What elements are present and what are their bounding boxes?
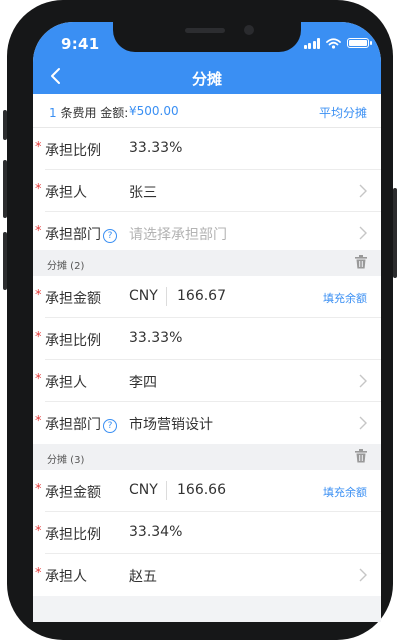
average-split-button[interactable]: 平均分摊 [319,104,367,121]
person-label: 承担人 [45,569,87,585]
power-button [393,188,397,278]
expense-count-label: 条费用 金额: [56,106,129,120]
speaker [185,28,225,33]
required-mark: * [35,140,42,155]
currency-select[interactable]: CNY [129,288,158,304]
separator [166,287,167,306]
mute-switch [3,110,7,140]
trash-icon[interactable] [355,255,367,269]
person-row[interactable]: * 承担人 赵五 [33,554,381,596]
person-label: 承担人 [45,375,87,391]
ratio-label: 承担比例 [45,333,101,349]
required-mark: * [35,524,42,539]
person-label: 承担人 [45,185,87,201]
screen: 9:41 分摊 1 条费用 金额: ¥500.00 平均分摊 * 承担比例 33… [33,22,381,622]
amount-row[interactable]: * 承担金额 CNY 166.67 填充余额 [33,276,381,318]
wifi-icon [326,37,341,49]
required-mark: * [35,566,42,581]
person-row[interactable]: * 承担人 张三 [33,170,381,212]
required-mark: * [35,288,42,303]
section-title: 分摊 (2) [47,261,85,272]
page-title: 分摊 [191,70,222,88]
required-mark: * [35,414,42,429]
volume-up-button [3,160,7,218]
total-amount: ¥500.00 [129,104,179,118]
ratio-row[interactable]: * 承担比例 33.34% [33,512,381,554]
person-row[interactable]: * 承担人 李四 [33,360,381,402]
department-row[interactable]: * 承担部门? 请选择承担部门 [33,212,381,254]
fill-balance-button[interactable]: 填充余额 [323,290,367,306]
required-mark: * [35,182,42,197]
section-title: 分摊 (3) [47,455,85,466]
ratio-value[interactable]: 33.33% [129,330,182,346]
person-value[interactable]: 李四 [129,372,157,392]
person-value[interactable]: 张三 [129,182,157,202]
person-value[interactable]: 赵五 [129,566,157,586]
split-section-header: 分摊 (2) [33,250,381,276]
amount-input[interactable]: 166.66 [177,482,226,498]
required-mark: * [35,372,42,387]
department-placeholder[interactable]: 请选择承担部门 [129,224,227,244]
help-circle-icon[interactable]: ? [103,229,117,243]
expense-count: 1 条费用 金额: [49,104,128,121]
fill-balance-button[interactable]: 填充余额 [323,484,367,500]
department-label: 承担部门 [45,227,101,243]
required-mark: * [35,330,42,345]
signal-icon [303,37,320,49]
amount-input[interactable]: 166.67 [177,288,226,304]
ratio-row[interactable]: * 承担比例 33.33% [33,318,381,360]
ratio-label: 承担比例 [45,527,101,543]
status-icons [303,37,372,49]
battery-icon [347,38,372,48]
camera [244,25,254,35]
chevron-right-icon [359,374,367,388]
ratio-value[interactable]: 33.34% [129,524,182,540]
ratio-row[interactable]: * 承担比例 33.33% [33,128,381,170]
ratio-label: 承担比例 [45,143,101,159]
volume-down-button [3,232,7,290]
required-mark: * [35,224,42,239]
required-mark: * [35,482,42,497]
split-section-header: 分摊 (3) [33,444,381,470]
chevron-right-icon [359,226,367,240]
department-row[interactable]: * 承担部门? 市场营销设计 [33,402,381,444]
amount-row[interactable]: * 承担金额 CNY 166.66 填充余额 [33,470,381,512]
department-label: 承担部门 [45,417,101,433]
phone-frame: 9:41 分摊 1 条费用 金额: ¥500.00 平均分摊 * 承担比例 33… [3,0,397,640]
chevron-right-icon [359,416,367,430]
chevron-right-icon [359,568,367,582]
chevron-right-icon [359,184,367,198]
expense-count-number: 1 [49,106,57,120]
currency-select[interactable]: CNY [129,482,158,498]
expense-summary-bar: 1 条费用 金额: ¥500.00 平均分摊 [33,94,381,128]
amount-label: 承担金额 [45,291,101,307]
nav-header: 9:41 分摊 [33,22,381,94]
notch [113,22,301,52]
status-time: 9:41 [61,35,100,53]
ratio-value[interactable]: 33.33% [129,140,182,156]
trash-icon[interactable] [355,449,367,463]
separator [166,481,167,500]
department-value[interactable]: 市场营销设计 [129,414,213,434]
help-circle-icon[interactable]: ? [103,419,117,433]
amount-label: 承担金额 [45,485,101,501]
